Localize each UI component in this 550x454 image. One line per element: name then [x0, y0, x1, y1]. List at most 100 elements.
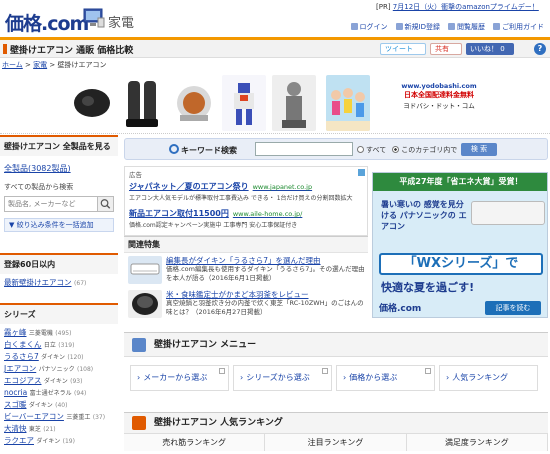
related-item[interactable]: 編集長がダイキン「うるさら7」を選んだ理由 価格.com編集長も使用するダイキン…	[124, 254, 368, 288]
series-item[interactable]: ラクエア ダイキン (19)	[4, 435, 114, 447]
arrow-right-icon: ›	[240, 373, 244, 382]
series-maker: 三菱重工	[66, 414, 91, 421]
pr-link[interactable]: 7月12日（火）衝撃のamazonプライムデー！	[393, 3, 539, 11]
menu-header: 壁掛けエアコン メニュー	[124, 333, 548, 357]
breadcrumb-home[interactable]: ホーム	[2, 61, 23, 69]
banner-subtitle: 快適な夏を過ごす!	[381, 281, 475, 294]
series-item[interactable]: エコジアス ダイキン (93)	[4, 375, 114, 387]
series-item[interactable]: ビーバーエアコン 三菱重工 (37)	[4, 411, 114, 423]
ad-desc-japanet: エアコン大人気モデルが標準取付工事費込み できる・ 1台だけ買えの分割回数拡大	[129, 195, 353, 202]
menu-ranking[interactable]: › 人気ランキング	[439, 365, 538, 391]
history-link[interactable]: 閲覧履歴	[448, 22, 485, 32]
series-maker: 東芝	[28, 426, 41, 433]
pr-tag: [PR]	[376, 3, 391, 11]
series-count: (93)	[70, 378, 83, 385]
key-icon	[350, 23, 358, 30]
breadcrumb-kaden[interactable]: 家電	[33, 61, 47, 69]
banner-copy: 暑い寒いの 感覚を見分ける パナソニックの エアコン	[381, 200, 467, 231]
refine-conditions-button[interactable]: ▼ 絞り込み条件を一括追加	[4, 218, 114, 232]
sidebar-search-input[interactable]	[5, 197, 95, 211]
magnifier-icon	[169, 144, 179, 154]
category-label: 家電	[108, 16, 135, 31]
series-name[interactable]: ラクエア	[4, 436, 34, 445]
ranking-tabs: 売れ筋ランキング 注目ランキング 満足度ランキング	[124, 433, 548, 451]
series-name[interactable]: nocria	[4, 388, 27, 397]
keyword-search-label: キーワード検索	[181, 146, 237, 155]
tab-attention[interactable]: 注目ランキング	[265, 434, 407, 451]
menu-by-series[interactable]: › シリーズから選ぶ	[233, 365, 332, 391]
sidebar-search	[4, 196, 114, 212]
ranking-icon	[132, 416, 146, 430]
arrow-right-icon: ›	[446, 373, 450, 382]
series-name[interactable]: うるさら7	[4, 352, 39, 361]
series-item[interactable]: 白くまくん 日立 (319)	[4, 339, 114, 351]
product-thumb-massager[interactable]	[70, 75, 114, 131]
series-name[interactable]: エコジアス	[4, 376, 42, 385]
all-products-link[interactable]: 全製品(3082製品)	[4, 163, 114, 174]
yodobashi-line1: 日本全国配達料金無料	[404, 91, 474, 99]
sidebar-heading-recent: 登録60日以内	[0, 253, 118, 274]
google-share-button[interactable]: 共有	[430, 43, 462, 55]
keyword-search-button[interactable]: 検 索	[461, 143, 497, 156]
tab-satisfaction[interactable]: 満足度ランキング	[406, 434, 548, 451]
search-icon[interactable]	[97, 197, 113, 211]
product-thumb-head-massager[interactable]	[172, 75, 216, 131]
scope-all-radio[interactable]: すべて	[357, 145, 386, 155]
login-link[interactable]: ログイン	[350, 22, 388, 32]
series-name[interactable]: Jエアコン	[4, 364, 36, 373]
series-name[interactable]: スゴ暖	[4, 400, 27, 409]
ad-link-aile[interactable]: 新品エアコン取付11500円 www.aile-home.co.jp/	[129, 208, 363, 219]
series-count: (495)	[55, 330, 72, 337]
tab-bestseller[interactable]: 売れ筋ランキング	[124, 434, 266, 451]
sidebar-heading-all: 壁掛けエアコン 全製品を見る	[0, 135, 118, 156]
series-item[interactable]: Jエアコン パナソニック (108)	[4, 363, 114, 375]
rice-cooker-image	[128, 290, 162, 318]
series-maker: 三菱電機	[28, 330, 53, 337]
ranking-heading: 壁掛けエアコン 人気ランキング	[154, 418, 283, 428]
series-name[interactable]: ビーバーエアコン	[4, 412, 64, 421]
banner-award: 平成27年度「省エネ大賞」受賞！	[373, 173, 547, 191]
series-name[interactable]: 白くまくん	[4, 340, 42, 349]
keyword-search-input[interactable]	[255, 142, 353, 156]
ad-link-japanet[interactable]: ジャパネット／夏のエアコン祭り www.japanet.co.jp	[129, 181, 363, 192]
series-item[interactable]: 大清快 東芝 (21)	[4, 423, 114, 435]
register-link[interactable]: 新規ID登録	[395, 22, 440, 32]
ads-label: 広告	[129, 171, 142, 179]
series-maker: ダイキン	[28, 402, 53, 409]
product-thumb-dvd-cover[interactable]	[326, 75, 370, 131]
guide-link[interactable]: ご利用ガイド	[493, 22, 544, 32]
yodobashi-ad[interactable]: www.yodobashi.com 日本全国配達料金無料 ヨドバシ・ドット・コム	[398, 82, 480, 110]
site-header: 価格.com 家電 [PR] 7月12日（火）衝撃のamazonプライムデー！ …	[0, 0, 550, 40]
recent-products-link[interactable]: 最新壁掛けエアコン	[4, 278, 72, 287]
help-icon[interactable]: ?	[534, 43, 546, 55]
menu-by-maker[interactable]: › メーカーから選ぶ	[130, 365, 229, 391]
page-title: 壁掛けエアコン 通販 価格比較	[10, 46, 134, 56]
site-logo[interactable]: 価格.com	[5, 9, 89, 36]
series-item[interactable]: うるさら7 ダイキン (120)	[4, 351, 114, 363]
series-name[interactable]: 大清快	[4, 424, 27, 433]
scope-category-radio[interactable]: このカテゴリ内で	[392, 145, 457, 155]
series-item[interactable]: nocria 富士通ゼネラル (94)	[4, 387, 114, 399]
panasonic-banner[interactable]: 平成27年度「省エネ大賞」受賞！ 暑い寒いの 感覚を見分ける パナソニックの エ…	[372, 172, 548, 318]
series-item[interactable]: 霧ヶ峰 三菱電機 (495)	[4, 327, 114, 339]
series-name[interactable]: 霧ヶ峰	[4, 328, 27, 337]
tweet-button[interactable]: ツイート	[380, 43, 426, 55]
series-count: (120)	[67, 354, 84, 361]
title-bar: 壁掛けエアコン 通販 価格比較 ツイート 共有 いいね！ 0 ?	[0, 40, 550, 58]
series-maker: ダイキン	[43, 378, 68, 385]
left-sidebar: 壁掛けエアコン 全製品を見る 全製品(3082製品) すべての製品から検索 ▼ …	[0, 135, 118, 454]
series-count: (40)	[55, 402, 68, 409]
menu-by-price[interactable]: › 価格から選ぶ	[336, 365, 435, 391]
menu-icon	[132, 338, 146, 352]
recent-box: 登録60日以内 最新壁掛けエアコン (67)	[0, 253, 118, 291]
adchoices-icon[interactable]	[358, 169, 365, 176]
series-count: (21)	[43, 426, 56, 433]
facebook-like-button[interactable]: いいね！ 0	[466, 43, 514, 55]
product-thumb-robot-figure[interactable]	[222, 75, 266, 131]
series-maker: 富士通ゼネラル	[29, 390, 72, 397]
product-thumb-statue[interactable]	[272, 75, 316, 131]
read-article-button[interactable]: 記事を読む	[485, 301, 541, 315]
related-item[interactable]: 米・食味鑑定士がかまど本羽釜をレビュー 真空焼鍋と羽釜炊き分の内釜で炊く東芝「R…	[124, 288, 368, 322]
series-item[interactable]: スゴ暖 ダイキン (40)	[4, 399, 114, 411]
product-thumb-leg-massager[interactable]	[120, 75, 164, 131]
